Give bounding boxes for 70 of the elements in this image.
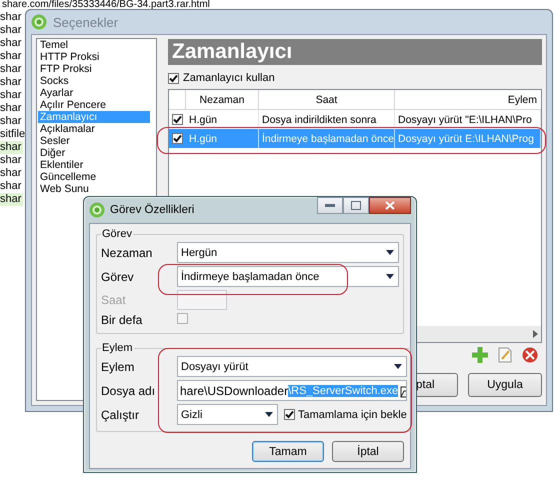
action-dropdown[interactable]: Dosyayı yürüt <box>177 356 407 377</box>
page-link-text: shar <box>0 89 22 102</box>
minimize-icon <box>325 204 335 208</box>
page-link-text: shar <box>0 193 24 206</box>
category-item[interactable]: Ayarlar <box>38 87 150 99</box>
app-icon <box>89 202 105 218</box>
category-item[interactable]: Web Sunu <box>38 183 150 195</box>
dialog-button[interactable]: İptal <box>332 441 404 462</box>
page-link-text: shar <box>0 180 22 193</box>
page-link-text: shar <box>0 76 22 89</box>
checkbox[interactable] <box>172 133 183 144</box>
checkbox-label: Tamamlama için bekle <box>298 408 407 420</box>
close-icon <box>385 201 395 210</box>
page-link-text: shar <box>0 141 24 154</box>
page-link-text: shar <box>0 11 22 24</box>
page-link-text: shar <box>0 102 22 115</box>
when-dropdown[interactable]: Hergün <box>177 242 399 263</box>
app-icon <box>31 14 47 30</box>
category-item[interactable]: Açıklamalar <box>38 123 150 135</box>
checkbox[interactable] <box>172 114 183 125</box>
table-cell: H.gün <box>186 129 259 148</box>
checkbox[interactable] <box>168 72 179 84</box>
group-label: Görev <box>101 228 133 240</box>
category-item[interactable]: FTP Proksi <box>38 63 150 75</box>
category-item[interactable]: HTTP Proksi <box>38 51 150 63</box>
category-item[interactable]: Socks <box>38 75 150 87</box>
field-label: Saat <box>101 293 127 307</box>
field-label: Görev <box>101 270 135 284</box>
task-dropdown[interactable]: İndirmeye başlamadan önce <box>177 266 399 287</box>
dialog-button[interactable]: Tamam <box>252 441 324 462</box>
run-mode-dropdown[interactable]: Gizli <box>177 404 278 425</box>
category-item[interactable]: Diğer <box>38 147 150 159</box>
table-cell: Dosyayı yürüt E:\ILHAN\Prog <box>395 129 541 148</box>
page-link-text: sitfile <box>0 128 26 141</box>
field-label: Dosya adı <box>101 384 156 398</box>
maximize-button[interactable] <box>343 197 369 214</box>
category-item[interactable]: Temel <box>38 39 150 51</box>
field-label: Eylem <box>101 360 136 374</box>
file-path-field[interactable]: hare\USDownloader\RS_ServerSwitch.exe <box>177 380 407 401</box>
dialog-button[interactable]: Uygula <box>468 373 542 397</box>
panel-title: Zamanlayıcı <box>168 39 542 65</box>
page-link-text: shar <box>0 63 22 76</box>
window-title: Seçenekler <box>53 14 118 30</box>
minimize-button[interactable] <box>317 197 343 214</box>
delete-icon[interactable] <box>522 347 538 363</box>
field-label: Nezaman <box>101 246 154 260</box>
dialog-title: Görev Özellikleri <box>110 204 194 216</box>
page-link-text: shar <box>0 167 22 180</box>
group-label: Eylem <box>101 342 134 354</box>
category-item[interactable]: Eklentiler <box>38 159 150 171</box>
page-link-text: shar <box>0 50 22 63</box>
scroll-right-icon[interactable] <box>533 330 538 338</box>
page-link-text: shar <box>0 154 22 167</box>
url-text: share.com/files/35333446/BG-34.part3.rar.html <box>2 0 210 10</box>
checkbox[interactable] <box>284 409 295 420</box>
field-label: Çalıştır <box>101 408 140 422</box>
category-item[interactable]: Sesler <box>38 135 150 147</box>
page-link-text: shar <box>0 37 22 50</box>
time-input-field[interactable] <box>177 290 227 310</box>
checkbox-label: Zamanlayıcı kullan <box>183 72 275 84</box>
edit-icon[interactable] <box>497 347 513 363</box>
table-cell: İndirmeye başlamadan önce <box>259 129 395 148</box>
maximize-icon <box>351 201 361 210</box>
field-label: Bir defa <box>101 313 144 327</box>
page-link-text: shar <box>0 115 22 128</box>
category-item[interactable]: Açılır Pencere <box>38 99 150 111</box>
category-item[interactable]: Güncelleme <box>38 171 150 183</box>
page-link-text: shar <box>0 24 22 37</box>
close-button[interactable] <box>369 197 411 214</box>
checkbox[interactable] <box>177 313 188 324</box>
